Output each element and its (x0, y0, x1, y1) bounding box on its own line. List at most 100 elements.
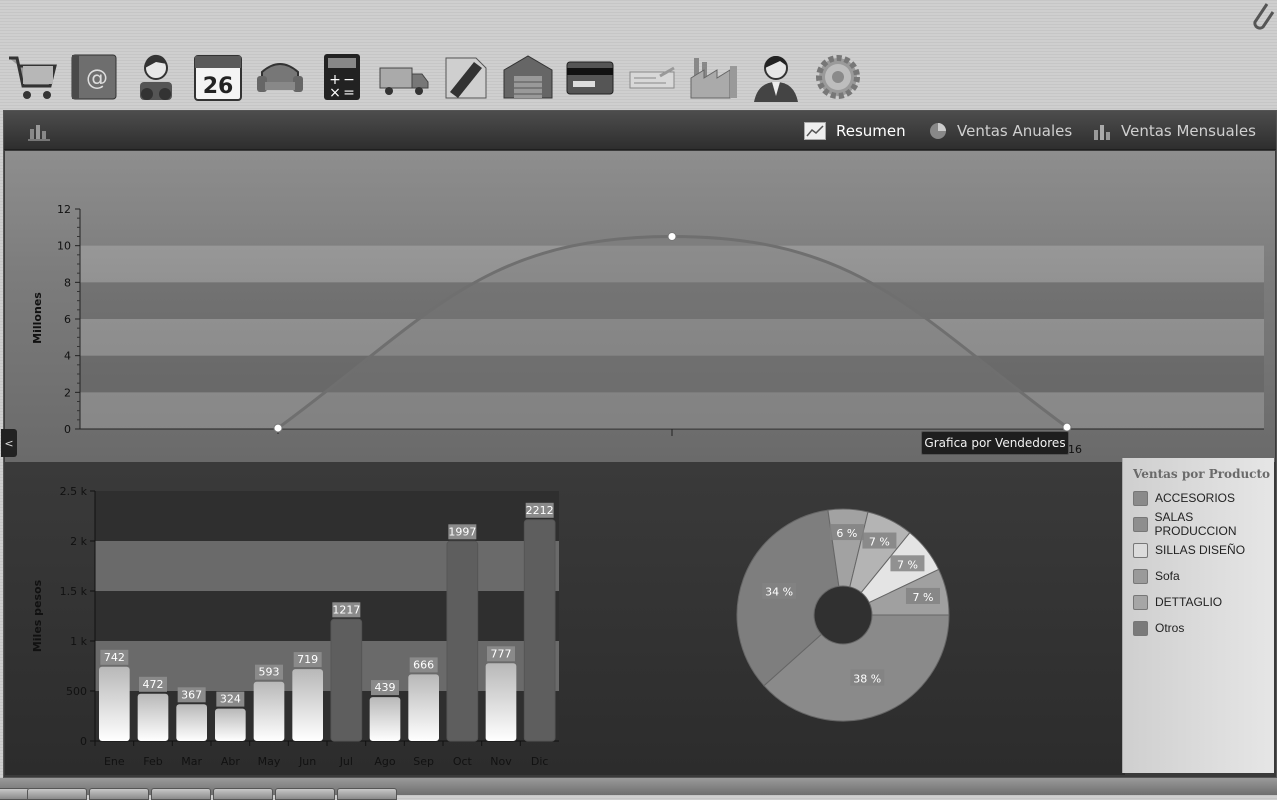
area-data-point[interactable] (1062, 422, 1072, 432)
bar-value-label: 742 (104, 651, 125, 664)
bar[interactable] (292, 669, 323, 741)
taskbar (0, 778, 1277, 800)
bar-y-tick-label: 2 k (70, 535, 87, 548)
bar-x-tick-label: Jun (298, 755, 316, 768)
area-y-tick-label: 6 (64, 313, 71, 326)
bar[interactable] (369, 697, 401, 741)
bar-y-tick-label: 2.5 k (60, 485, 88, 498)
bar-value-label: 777 (491, 647, 512, 660)
legend-item-sillas-diseno[interactable]: SILLAS DISEÑO (1133, 541, 1245, 559)
bar-chart-icon[interactable] (28, 123, 50, 141)
bar-x-tick-label: Ene (104, 755, 125, 768)
taskbar-button[interactable] (0, 788, 30, 800)
taskbar-button[interactable] (213, 788, 273, 800)
pencil-paper-icon[interactable] (440, 52, 492, 102)
bar[interactable] (485, 663, 517, 741)
legend-label: ACCESORIOS (1155, 491, 1236, 505)
tab-resumen-label: Resumen (836, 122, 906, 140)
donut-hole (815, 587, 871, 643)
area-y-tick-label: 10 (57, 240, 71, 253)
legend-label: SILLAS DISEÑO (1155, 543, 1246, 557)
tooltip: Grafica por Vendedores (921, 431, 1069, 455)
grid-band (95, 591, 559, 641)
grid-band (95, 491, 559, 541)
factory-icon[interactable] (688, 52, 740, 102)
monthly-bar-chart: 0 500 1 k 1.5 k 2 k 2.5 k Ene Feb Mar Abr May Jun Ju… (31, 485, 559, 768)
bar-y-tick-label: 1.5 k (60, 585, 88, 598)
bar-x-tick-label: May (258, 755, 281, 768)
area-y-tick-label: 4 (64, 350, 71, 363)
bar[interactable] (446, 540, 479, 742)
tab-ventas-mensuales[interactable]: Ventas Mensuales (1093, 119, 1256, 143)
warehouse-icon[interactable] (502, 52, 554, 102)
armchair-icon[interactable] (254, 52, 306, 102)
bar[interactable] (330, 618, 363, 742)
tab-resumen[interactable]: Resumen (804, 119, 906, 143)
bar[interactable] (99, 666, 130, 741)
bar-y-axis-label: Miles pesos (31, 579, 44, 652)
taskbar-button[interactable] (27, 788, 87, 800)
bar-value-label: 593 (259, 666, 280, 679)
user-icon[interactable] (750, 52, 802, 102)
bar-value-label: 719 (297, 653, 318, 666)
legend-swatch (1133, 516, 1148, 532)
shopping-cart-icon[interactable] (6, 52, 58, 102)
taskbar-button[interactable] (275, 788, 335, 800)
donut-label: 7 % (897, 558, 918, 571)
credit-card-icon[interactable] (564, 52, 616, 102)
area-y-axis-label: Millones (31, 292, 44, 344)
legend-swatch (1133, 542, 1148, 558)
donut-label: 38 % (853, 673, 881, 686)
bar-x-tick-label: Dic (531, 755, 549, 768)
bar[interactable] (408, 674, 439, 741)
area-x-tick-label: 16 (1068, 443, 1082, 456)
svg-text:=: = (343, 85, 355, 101)
delivery-truck-icon[interactable] (378, 52, 430, 102)
svg-text:×: × (329, 85, 341, 101)
address-book-icon[interactable]: @ (68, 52, 120, 102)
bar[interactable] (176, 704, 207, 741)
legend-item-otros[interactable]: Otros (1133, 619, 1184, 637)
calendar-icon[interactable]: 26 (192, 52, 244, 102)
bar[interactable] (215, 708, 246, 741)
bar-value-label: 439 (375, 681, 396, 694)
area-data-point[interactable] (667, 232, 677, 241)
svg-text:26: 26 (203, 74, 234, 99)
legend-item-dettaglio[interactable]: DETTAGLIO (1133, 593, 1222, 611)
bar-x-tick-label: Oct (453, 755, 473, 768)
bar-y-tick-label: 500 (66, 685, 87, 698)
legend-swatch (1133, 620, 1148, 636)
bar-value-label: 324 (220, 693, 241, 706)
donut-label: 7 % (913, 591, 934, 604)
taskbar-button[interactable] (151, 788, 211, 800)
collapse-panel-button[interactable]: < (1, 429, 17, 457)
taskbar-button[interactable] (337, 788, 397, 800)
legend-item-accesorios[interactable]: ACCESORIOS (1133, 489, 1235, 507)
check-form-icon[interactable] (626, 52, 678, 102)
gear-icon[interactable] (812, 52, 864, 102)
legend-label: Otros (1155, 621, 1185, 635)
calculator-icon[interactable]: + − × = (316, 52, 368, 102)
tab-ventas-anuales[interactable]: Ventas Anuales (929, 119, 1072, 143)
legend-swatch (1133, 594, 1148, 610)
bar[interactable] (253, 681, 285, 741)
bar-y-tick-label: 1 k (70, 635, 87, 648)
paperclip-icon[interactable] (1245, 0, 1277, 34)
bar[interactable] (523, 519, 556, 742)
tab-ventas-anuales-label: Ventas Anuales (957, 122, 1073, 140)
area-y-tick-label: 12 (57, 203, 71, 216)
bar-value-label: 472 (143, 678, 164, 691)
pie-chart-icon (930, 123, 946, 139)
bar-value-label: 1217 (332, 603, 360, 616)
donut-label: 7 % (869, 536, 890, 549)
legend-item-salas-produccion[interactable]: SALAS PRODUCCION (1133, 510, 1274, 538)
nav-bar: Resumen Ventas Anuales Ventas Mensuales (4, 111, 1276, 150)
legend-label: SALAS PRODUCCION (1154, 510, 1237, 538)
user-binoculars-icon[interactable] (130, 52, 182, 102)
area-y-tick-label: 0 (64, 423, 71, 436)
bar[interactable] (137, 693, 169, 741)
taskbar-button[interactable] (89, 788, 149, 800)
legend-swatch (1133, 490, 1148, 506)
area-data-point[interactable] (273, 423, 283, 433)
legend-item-sofa[interactable]: Sofa (1133, 567, 1180, 585)
